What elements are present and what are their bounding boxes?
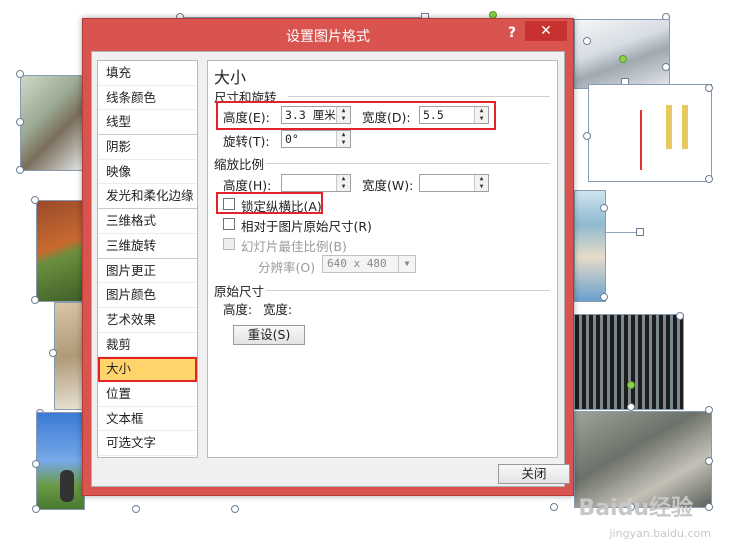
resize-handle[interactable] (662, 63, 670, 71)
close-button[interactable]: 关闭 (498, 464, 570, 484)
spinner-arrows[interactable]: ▲ ▼ (336, 175, 350, 191)
nav-item-shadow[interactable]: 阴影 (98, 135, 197, 160)
group-divider (266, 163, 550, 164)
nav-item-position[interactable]: 位置 (98, 382, 197, 407)
nav-item-alt-text[interactable]: 可选文字 (98, 431, 197, 456)
spinner-arrows[interactable]: ▲ ▼ (336, 131, 350, 147)
nav-item-line-style[interactable]: 线型 (98, 110, 197, 136)
resize-handle[interactable] (231, 505, 239, 513)
resize-handle[interactable] (31, 296, 39, 304)
panel-heading: 大小 (214, 68, 247, 87)
category-list: 填充 线条颜色 线型 阴影 映像 发光和柔化边缘 三维格式 三维旋转 图片更正 … (97, 60, 198, 458)
resize-handle[interactable] (583, 132, 591, 140)
resize-handle[interactable] (16, 118, 24, 126)
nav-item-reflection[interactable]: 映像 (98, 160, 197, 185)
resize-handle[interactable] (550, 503, 558, 511)
cable-shape (60, 470, 74, 502)
group-divider (288, 96, 550, 97)
best-scale-label: 幻灯片最佳比例(B) (241, 239, 347, 254)
original-height-label: 高度: (223, 302, 253, 317)
slide-picture[interactable] (574, 314, 684, 410)
resize-handle[interactable] (705, 457, 713, 465)
rotation-value[interactable]: 0° (285, 132, 299, 146)
best-scale-checkbox (223, 238, 235, 250)
rotate-handle[interactable] (627, 381, 635, 389)
resize-handle[interactable] (705, 406, 713, 414)
nav-item-picture-corrections[interactable]: 图片更正 (98, 259, 197, 284)
marker-line (640, 110, 642, 170)
resize-handle[interactable] (132, 505, 140, 513)
group-divider (266, 290, 550, 291)
watermark-logo: Baidu经验 (578, 496, 693, 521)
nav-item-text-box[interactable]: 文本框 (98, 407, 197, 432)
resize-handle[interactable] (705, 175, 713, 183)
watermark-url: jingyan.baidu.com (609, 527, 711, 540)
column-shape (682, 105, 688, 149)
nav-item-glow-soft-edges[interactable]: 发光和柔化边缘 (98, 184, 197, 210)
slide-picture[interactable] (20, 75, 86, 171)
group-original-title: 原始尺寸 (214, 284, 265, 299)
relative-original-checkbox[interactable] (223, 218, 235, 230)
resize-handle[interactable] (705, 84, 713, 92)
original-width-label: 宽度: (263, 302, 293, 317)
column-shape (666, 105, 672, 149)
reset-button[interactable]: 重设(S) (233, 325, 305, 345)
slide-picture[interactable] (54, 302, 85, 410)
resolution-select: 640 x 480 ▼ (322, 255, 416, 273)
resize-handle[interactable] (32, 505, 40, 513)
resize-handle[interactable] (676, 312, 684, 320)
scale-height-spinner[interactable]: ▲ ▼ (281, 174, 351, 192)
highlight-lock-aspect (216, 192, 323, 214)
resize-handle[interactable] (627, 403, 635, 411)
rotation-spinner[interactable]: 0° ▲ ▼ (281, 130, 351, 148)
highlight-size-box (216, 101, 496, 130)
resize-handle[interactable] (583, 37, 591, 45)
relative-original-label[interactable]: 相对于图片原始尺寸(R) (241, 216, 372, 235)
slide-picture[interactable] (36, 200, 85, 302)
chevron-down-icon: ▼ (398, 256, 415, 272)
nav-item-artistic-effects[interactable]: 艺术效果 (98, 308, 197, 333)
rotate-handle[interactable] (619, 55, 627, 63)
resolution-value: 640 x 480 (327, 257, 387, 270)
dialog-body: 填充 线条颜色 线型 阴影 映像 发光和柔化边缘 三维格式 三维旋转 图片更正 … (91, 51, 570, 487)
resize-handle[interactable] (31, 196, 39, 204)
format-picture-dialog: 设置图片格式 ? ✕ 填充 线条颜色 线型 阴影 映像 发光和柔化边缘 三维格式… (82, 18, 574, 496)
nav-item-picture-color[interactable]: 图片颜色 (98, 283, 197, 308)
nav-item-fill[interactable]: 填充 (98, 61, 197, 86)
resize-handle[interactable] (636, 228, 644, 236)
rotation-label: 旋转(T): (223, 134, 270, 149)
resize-handle[interactable] (600, 204, 608, 212)
nav-item-size[interactable]: 大小 (98, 357, 197, 382)
spinner-arrows[interactable]: ▲ ▼ (474, 175, 488, 191)
nav-item-3d-rotation[interactable]: 三维旋转 (98, 234, 197, 259)
nav-item-line-color[interactable]: 线条颜色 (98, 86, 197, 111)
help-button[interactable]: ? (501, 22, 523, 44)
dialog-title: 设置图片格式 (286, 29, 370, 45)
resize-handle[interactable] (32, 460, 40, 468)
resize-handle[interactable] (705, 503, 713, 511)
resize-handle[interactable] (16, 70, 24, 78)
resize-handle[interactable] (16, 166, 24, 174)
nav-item-crop[interactable]: 裁剪 (98, 333, 197, 358)
scale-width-spinner[interactable]: ▲ ▼ (419, 174, 489, 192)
scale-width-label: 宽度(W): (362, 178, 414, 193)
close-window-button[interactable]: ✕ (525, 21, 567, 41)
size-panel: 大小 尺寸和旋转 高度(E): 3.3 厘米 ▲ ▼ 宽度(D): 5.5 ▲ ▼ … (207, 60, 558, 458)
resize-handle[interactable] (600, 293, 608, 301)
group-scale-title: 缩放比例 (214, 157, 265, 172)
nav-item-3d-format[interactable]: 三维格式 (98, 209, 197, 234)
title-bar[interactable]: 设置图片格式 ? ✕ (83, 19, 573, 51)
resolution-label: 分辨率(O) (258, 260, 316, 275)
resize-handle[interactable] (49, 349, 57, 357)
slide-picture[interactable] (588, 84, 712, 182)
